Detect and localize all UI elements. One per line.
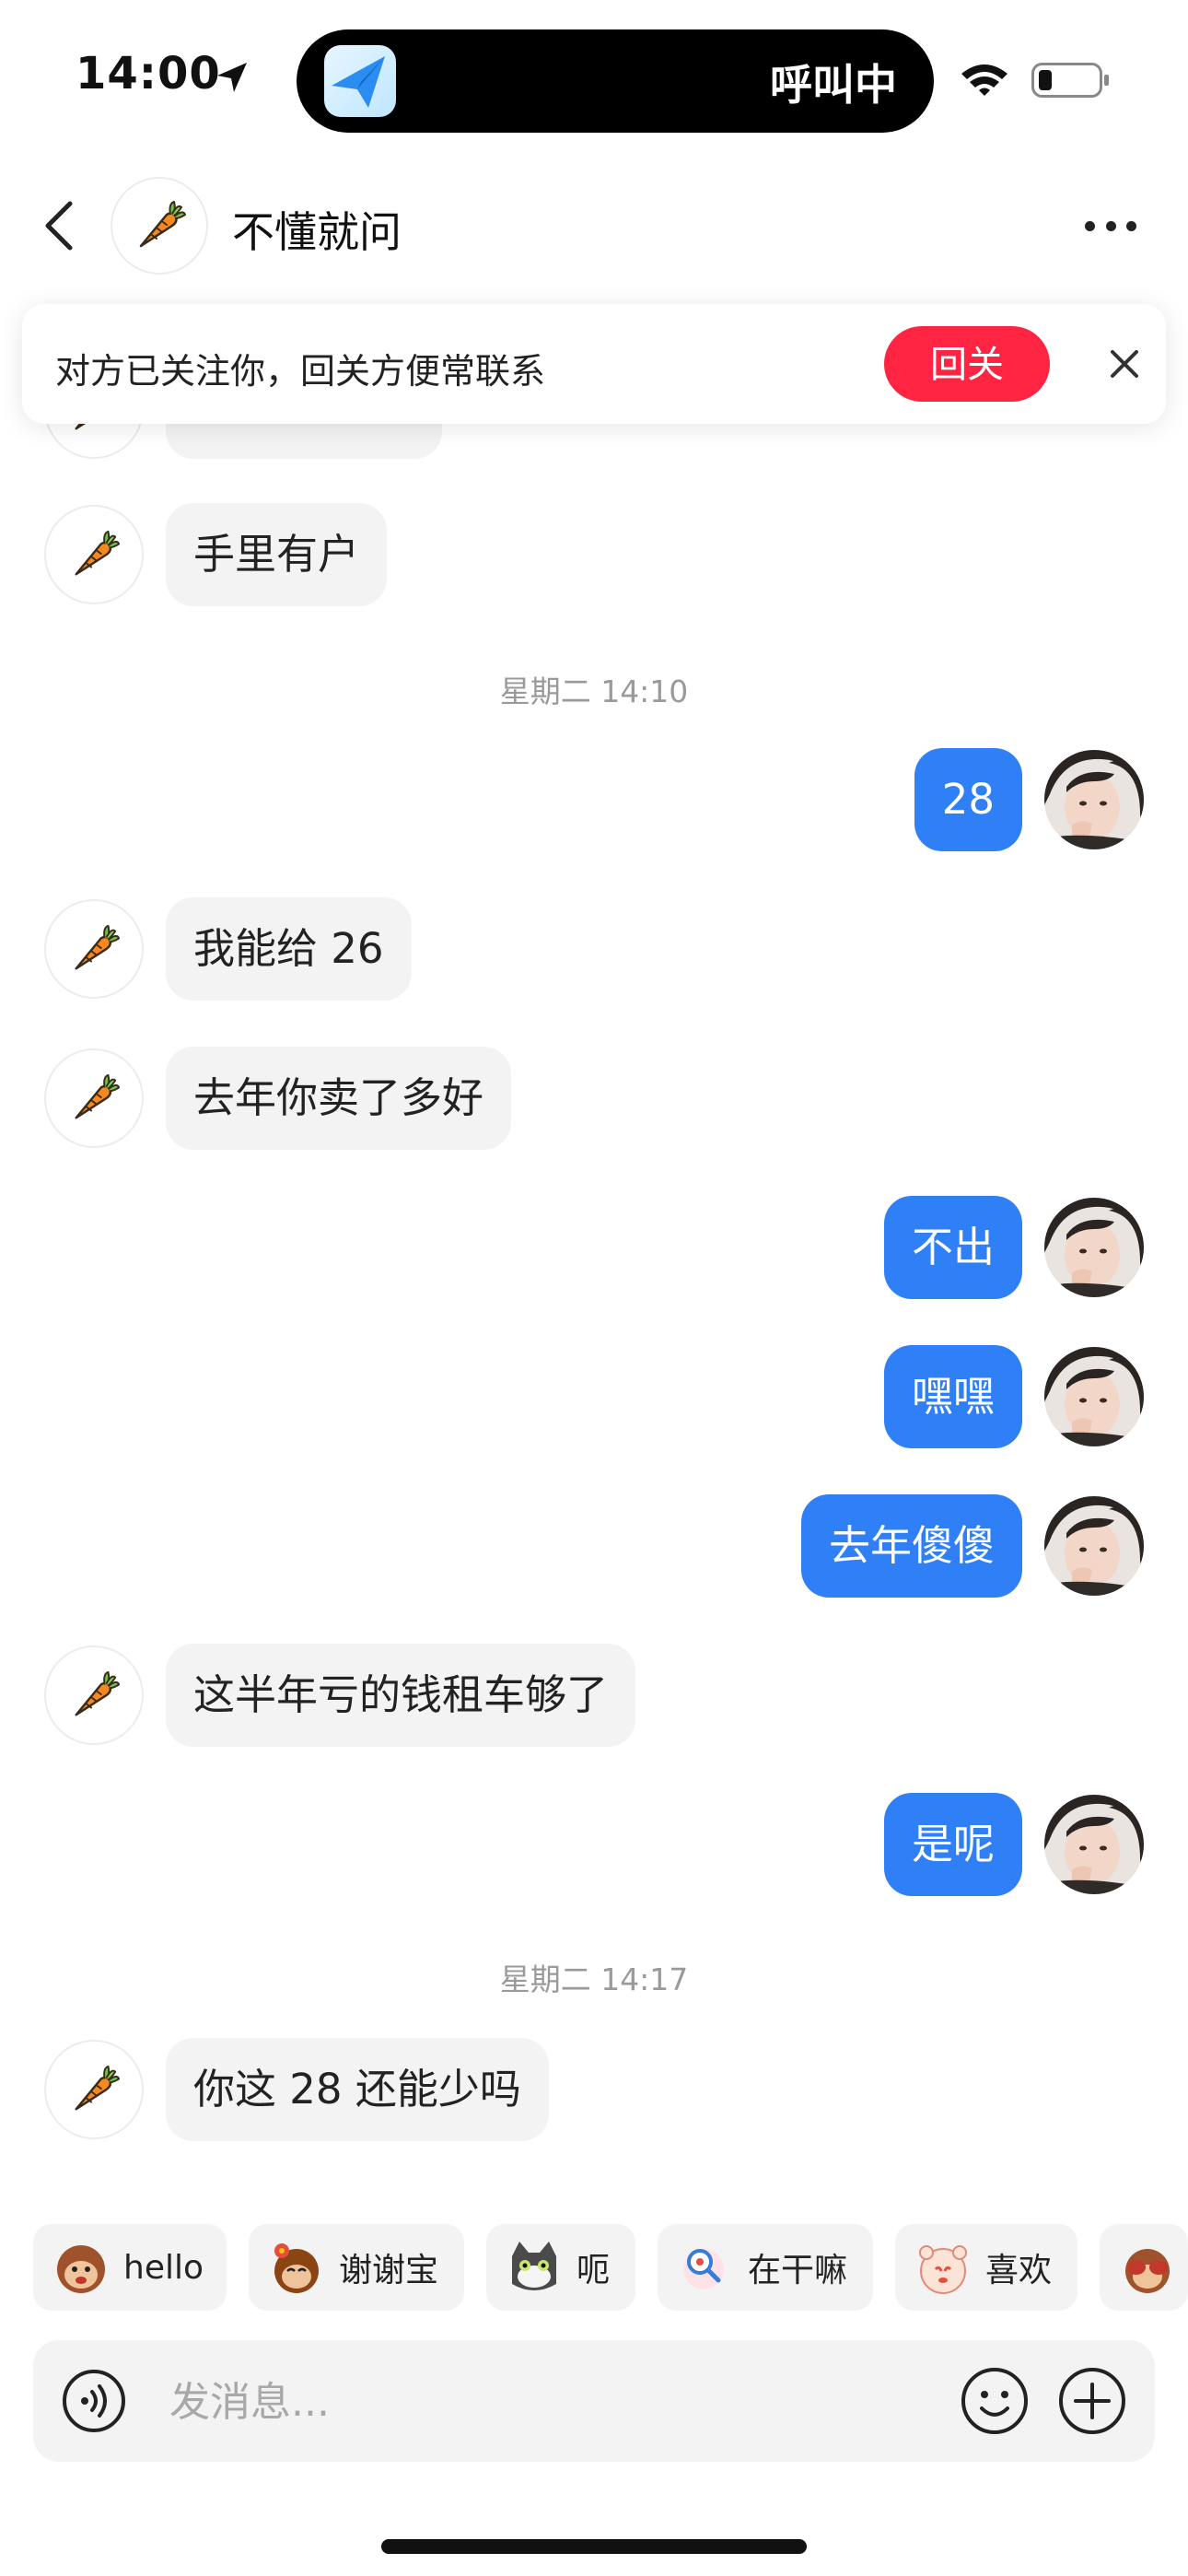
quick-reply-hello[interactable]: hello — [33, 2224, 227, 2311]
quick-reply-label: 呃 — [577, 2252, 611, 2289]
message-input-bar — [33, 2340, 1155, 2462]
quick-reply-uh[interactable]: 呃 — [486, 2224, 635, 2311]
carrot-icon — [67, 528, 121, 581]
quick-reply-label: 喜欢 — [985, 2252, 1053, 2289]
smiley-icon[interactable] — [960, 2366, 1030, 2436]
quick-reply-label: hello — [123, 2248, 204, 2287]
contact-avatar-small[interactable] — [44, 1645, 144, 1745]
bear-sticker-icon — [919, 2245, 967, 2294]
magnifier-sticker-icon — [683, 2249, 724, 2289]
quick-reply-thanks[interactable]: 谢谢宝 — [249, 2224, 464, 2311]
contact-avatar-small[interactable] — [44, 505, 144, 604]
message-bubble-outgoing[interactable]: 是呢 — [883, 1793, 1022, 1896]
message-bubble-outgoing[interactable]: 不出 — [883, 1196, 1022, 1299]
message-input[interactable] — [168, 2362, 945, 2441]
more-dots-icon — [1085, 220, 1095, 231]
follow-back-banner: 对方已关注你，回关方便常联系 回关 — [22, 304, 1166, 424]
contact-name[interactable]: 不懂就问 — [232, 199, 402, 260]
message-timestamp: 星期二 14:17 — [499, 1961, 689, 1997]
flower-monkey-sticker-icon — [274, 2243, 319, 2293]
message-timestamp: 星期二 14:10 — [499, 673, 689, 709]
location-arrow-icon — [217, 63, 247, 92]
quick-reply-like[interactable]: 喜欢 — [895, 2224, 1077, 2311]
message-bubble-incoming[interactable]: 手里有户 — [166, 503, 388, 606]
my-avatar[interactable] — [1044, 1198, 1144, 1297]
my-avatar[interactable] — [1044, 1347, 1144, 1446]
quick-reply-what-doing[interactable]: 在干嘛 — [658, 2224, 873, 2311]
more-options-button[interactable] — [1085, 216, 1136, 236]
my-avatar[interactable] — [1044, 750, 1144, 849]
my-avatar[interactable] — [1044, 1795, 1144, 1894]
contact-avatar[interactable] — [111, 177, 208, 275]
follow-back-button[interactable]: 回关 — [884, 326, 1050, 402]
send-app-icon — [324, 45, 396, 117]
voice-icon[interactable] — [61, 2368, 127, 2434]
call-status: 呼叫中 — [770, 60, 897, 110]
message-bubble-incoming[interactable]: 去年你卖了多好 — [166, 1047, 512, 1150]
carrot-icon — [132, 198, 187, 253]
message-bubble-outgoing[interactable]: 28 — [914, 748, 1022, 851]
battery-low-icon — [1031, 63, 1109, 98]
home-indicator[interactable] — [381, 2539, 807, 2554]
close-icon[interactable] — [1105, 345, 1144, 383]
status-time: 14:00 — [76, 48, 221, 100]
carrot-icon — [67, 922, 121, 976]
quick-reply-label: 谢谢宝 — [339, 2252, 439, 2289]
message-bubble-incoming[interactable]: 我能给 26 — [166, 897, 412, 1001]
quick-reply-label: 在干嘛 — [748, 2252, 848, 2289]
contact-avatar-small[interactable] — [44, 2040, 144, 2139]
wifi-icon — [961, 64, 1007, 96]
contact-avatar-small[interactable] — [44, 1048, 144, 1148]
cat-sticker-icon — [512, 2242, 556, 2290]
message-bubble-incoming[interactable]: 这半年亏的钱租车够了 — [166, 1644, 636, 1747]
banner-text: 对方已关注你，回关方便常联系 — [55, 351, 546, 392]
my-avatar[interactable] — [1044, 1496, 1144, 1596]
plus-circle-icon[interactable] — [1057, 2366, 1127, 2436]
message-bubble-outgoing[interactable]: 嘿嘿 — [883, 1345, 1022, 1448]
dynamic-island[interactable]: 呼叫中 — [297, 29, 934, 133]
back-button[interactable] — [41, 198, 77, 253]
contact-avatar-small[interactable] — [44, 899, 144, 999]
carrot-icon — [67, 2063, 121, 2116]
covering-eyes-sticker-icon — [1125, 2249, 1170, 2293]
carrot-icon — [67, 1669, 121, 1722]
quick-reply-cover-eyes[interactable] — [1100, 2224, 1188, 2311]
monkey-sticker-icon — [57, 2245, 105, 2293]
message-bubble-outgoing[interactable]: 去年傻傻 — [800, 1494, 1022, 1598]
carrot-icon — [67, 1071, 121, 1125]
message-bubble-incoming[interactable]: 你这 28 还能少吗 — [166, 2038, 549, 2141]
